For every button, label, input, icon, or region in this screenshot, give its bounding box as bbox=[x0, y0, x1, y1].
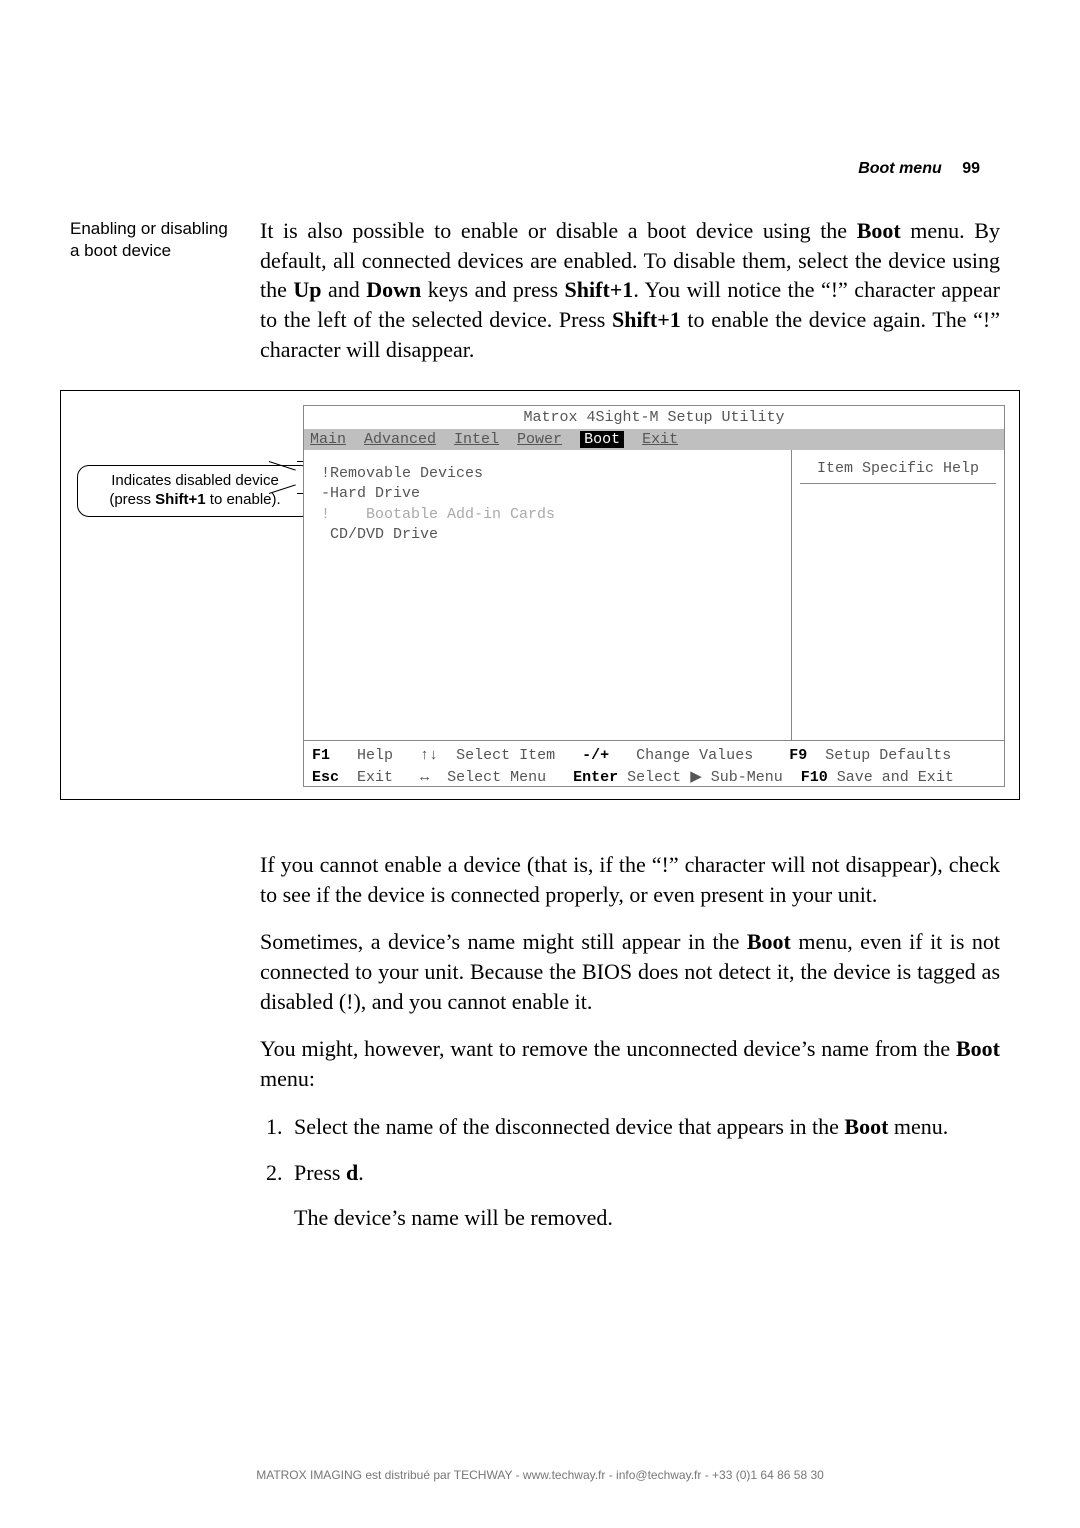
steps-list: Select the name of the disconnected devi… bbox=[260, 1112, 1000, 1233]
list-item[interactable]: CD/DVD Drive bbox=[312, 526, 438, 543]
tab-advanced[interactable]: Advanced bbox=[364, 431, 436, 448]
tab-exit[interactable]: Exit bbox=[642, 431, 678, 448]
help-header: Item Specific Help bbox=[800, 460, 996, 484]
callout-line1: Indicates disabled device bbox=[86, 472, 304, 491]
body-column: It is also possible to enable or disable… bbox=[260, 216, 1000, 382]
list-item[interactable]: -Hard Drive bbox=[312, 485, 420, 502]
list-item[interactable]: !Removable Devices bbox=[312, 465, 483, 482]
list-item: Press d. The device’s name will be remov… bbox=[288, 1158, 1000, 1233]
margin-heading: Enabling or disabling a boot device bbox=[70, 218, 240, 262]
bios-title: Matrox 4Sight-M Setup Utility bbox=[304, 406, 1004, 429]
triangle-icon: ▶ bbox=[690, 768, 702, 785]
tab-boot[interactable]: Boot bbox=[580, 431, 624, 448]
distribution-footer: MATROX IMAGING est distribué par TECHWAY… bbox=[0, 1468, 1080, 1482]
key-plusminus: -/+ bbox=[582, 747, 609, 764]
key-enter: Enter bbox=[573, 769, 618, 786]
key-f1: F1 bbox=[312, 747, 330, 764]
paragraph: You might, however, want to remove the u… bbox=[260, 1034, 1000, 1093]
key-f10: F10 bbox=[801, 769, 828, 786]
body-column-lower: If you cannot enable a device (that is, … bbox=[260, 850, 1000, 1249]
updown-icon: ↑↓ bbox=[420, 747, 438, 764]
bios-window: Matrox 4Sight-M Setup Utility Main Advan… bbox=[303, 405, 1005, 787]
list-item[interactable]: ! Bootable Add-in Cards bbox=[312, 506, 555, 523]
key-esc: Esc bbox=[312, 769, 339, 786]
section-title: Boot menu bbox=[858, 160, 942, 177]
leftright-icon: ↔ bbox=[420, 769, 429, 786]
key-f9: F9 bbox=[789, 747, 807, 764]
intro-paragraph: It is also possible to enable or disable… bbox=[260, 216, 1000, 364]
boot-device-list[interactable]: !Removable Devices -Hard Drive ! Bootabl… bbox=[304, 450, 792, 740]
bios-menubar: Main Advanced Intel Power Boot Exit bbox=[304, 429, 1004, 450]
bios-help-panel: Item Specific Help bbox=[792, 450, 1004, 740]
paragraph: If you cannot enable a device (that is, … bbox=[260, 850, 1000, 909]
running-header: Boot menu 99 bbox=[858, 160, 980, 178]
list-item: Select the name of the disconnected devi… bbox=[288, 1112, 1000, 1142]
tab-intel[interactable]: Intel bbox=[454, 431, 499, 448]
tab-power[interactable]: Power bbox=[517, 431, 562, 448]
tab-main[interactable]: Main bbox=[310, 431, 346, 448]
step-result: The device’s name will be removed. bbox=[294, 1203, 1000, 1233]
bios-body: !Removable Devices -Hard Drive ! Bootabl… bbox=[304, 450, 1004, 740]
page-number: 99 bbox=[962, 160, 980, 177]
paragraph: Sometimes, a device’s name might still a… bbox=[260, 927, 1000, 1016]
page: Boot menu 99 Enabling or disabling a boo… bbox=[0, 0, 1080, 1528]
bios-footer: F1 Help ↑↓ Select Item -/+ Change Values… bbox=[304, 740, 1004, 792]
callout-line2: (press Shift+1 to enable). bbox=[86, 491, 304, 510]
bios-figure: Indicates disabled device (press Shift+1… bbox=[60, 390, 1020, 800]
